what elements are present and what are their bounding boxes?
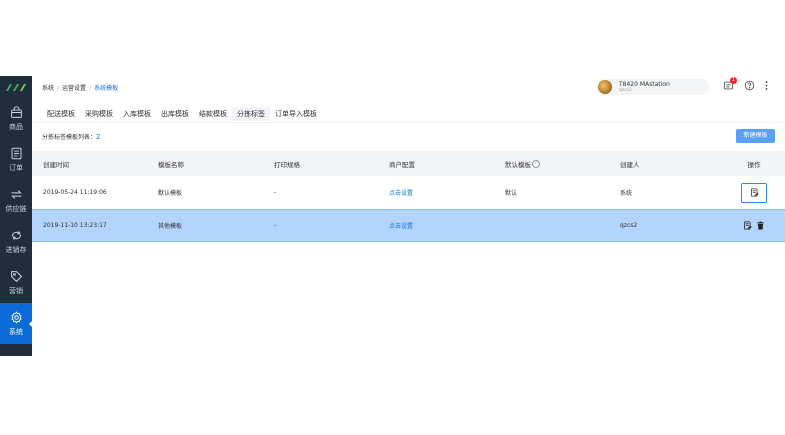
tab-divider [32, 122, 785, 123]
cell-creator: qzcs2 [620, 222, 638, 229]
cell-creator: 系统 [620, 190, 633, 197]
tab-inbound-template[interactable]: 入库模板 [118, 107, 156, 121]
sidebar-item-inventory[interactable]: 进销存 [0, 221, 32, 262]
help-icon [744, 80, 755, 93]
edit-button[interactable] [741, 182, 767, 203]
sidebar-item-label: 系统 [9, 327, 23, 336]
sidebar-item-label: 订单 [9, 163, 23, 172]
count-label: 分拣标签模板列表： [42, 134, 97, 141]
cell-created-time: 2019-11-10 13:23:17 [43, 222, 107, 229]
column-header: 打印规格 [274, 160, 300, 169]
inventory-icon [10, 229, 23, 244]
count-value: 2 [96, 133, 101, 141]
breadcrumb-item[interactable]: 系统 [42, 85, 54, 92]
delete-icon[interactable] [756, 221, 765, 230]
cell-actions [732, 176, 776, 209]
top-bar: 系统 / 运营设置 / 系统模板 T8420 MAstation qzcs2 1 [32, 76, 785, 100]
tab-settlement-template[interactable]: 结款模板 [194, 107, 232, 121]
new-template-button[interactable]: 新建模板 [736, 129, 775, 143]
sidebar-item-label: 营销 [9, 286, 23, 295]
config-link[interactable]: 点击设置 [389, 210, 413, 241]
breadcrumb: 系统 / 运营设置 / 系统模板 [42, 83, 118, 92]
tab-outbound-template[interactable]: 出库模板 [156, 107, 194, 121]
notification-badge: 1 [730, 77, 737, 84]
tab-delivery-template[interactable]: 配送模板 [42, 107, 80, 121]
template-table: 创建时间 模板名称 打印规格 商户配置 默认模板? 创建人 操作 2019-05… [32, 151, 785, 242]
column-header: 商户配置 [389, 160, 415, 169]
tab-purchase-template[interactable]: 采购模板 [80, 107, 118, 121]
cell-actions [732, 210, 776, 241]
column-header: 创建人 [620, 160, 640, 169]
config-link[interactable]: 点击设置 [389, 176, 413, 209]
table-header: 创建时间 模板名称 打印规格 商户配置 默认模板? 创建人 操作 [32, 151, 785, 176]
user-name: T8420 MAstation [619, 81, 670, 88]
edit-icon [750, 188, 759, 197]
tag-icon [10, 270, 23, 285]
column-header: 模板名称 [158, 160, 184, 169]
more-menu-button[interactable] [760, 80, 772, 92]
template-tabs: 配送模板 采购模板 入库模板 出库模板 结款模板 分拣标签 订单导入模板 [42, 107, 322, 121]
sidebar-item-system[interactable]: 系统 [0, 303, 32, 344]
main-content: 系统 / 运营设置 / 系统模板 T8420 MAstation qzcs2 1 配送模… [32, 76, 785, 356]
breadcrumb-separator: / [57, 85, 60, 92]
breadcrumb-separator: / [89, 85, 92, 92]
table-row[interactable]: 2019-11-10 13:23:17 其他模板 - 点击设置 qzcs2 [32, 209, 785, 242]
edit-icon[interactable] [743, 221, 752, 230]
bag-icon [10, 105, 23, 121]
sidebar-item-goods[interactable]: 商品 [0, 98, 32, 139]
more-vertical-icon [761, 80, 772, 93]
exchange-icon [10, 188, 23, 203]
brand-logo [0, 76, 32, 98]
cell-print-spec: - [274, 222, 277, 229]
column-header-default: 默认模板? [505, 151, 540, 176]
sidebar-item-supply-chain[interactable]: 供应链 [0, 180, 32, 221]
notification-button[interactable]: 1 [722, 77, 737, 92]
help-icon[interactable]: ? [532, 159, 540, 168]
user-menu[interactable]: T8420 MAstation qzcs2 [597, 79, 709, 95]
gear-icon [10, 310, 23, 326]
breadcrumb-item[interactable]: 运营设置 [62, 85, 86, 92]
sidebar-item-label: 供应链 [5, 204, 27, 213]
column-header: 操作 [747, 160, 761, 169]
cell-template-name: 其他模板 [158, 223, 183, 230]
help-button[interactable] [743, 80, 755, 92]
avatar [598, 80, 612, 94]
sidebar-item-orders[interactable]: 订单 [0, 139, 32, 180]
template-count: 分拣标签模板列表：2 [42, 132, 100, 141]
tab-order-import-template[interactable]: 订单导入模板 [270, 107, 322, 121]
table-row[interactable]: 2019-05-24 11:19:06 默认模板 - 点击设置 默认 系统 [32, 176, 785, 209]
sidebar-item-marketing[interactable]: 营销 [0, 262, 32, 303]
column-header-label: 默认模板 [505, 160, 531, 169]
cell-template-name: 默认模板 [158, 190, 183, 197]
app-window: 商品 订单 供应链 进销存 营销 系统 系统 / 运营设置 / 系统模板 T84… [0, 76, 785, 356]
order-icon [10, 147, 23, 162]
user-account: qzcs2 [619, 88, 632, 93]
cell-created-time: 2019-05-24 11:19:06 [43, 189, 107, 196]
cell-print-spec: - [274, 189, 277, 196]
cell-default-template: 默认 [505, 190, 518, 197]
sidebar-item-label: 商品 [9, 122, 23, 131]
column-header: 创建时间 [43, 160, 69, 169]
tab-sorting-label[interactable]: 分拣标签 [232, 107, 270, 121]
sidebar: 商品 订单 供应链 进销存 营销 系统 [0, 76, 32, 356]
sidebar-item-label: 进销存 [5, 245, 27, 254]
breadcrumb-current: 系统模板 [94, 85, 119, 92]
